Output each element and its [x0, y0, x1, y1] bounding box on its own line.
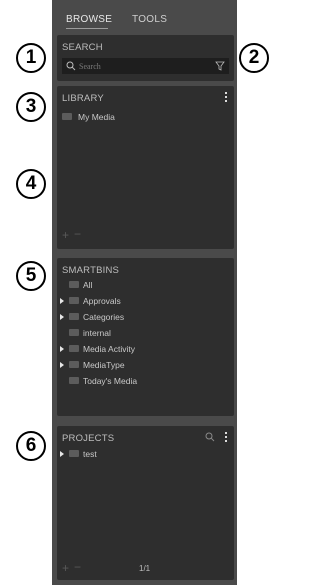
tab-bar: BROWSE TOOLS	[52, 0, 237, 34]
folder-icon	[69, 329, 79, 336]
expand-caret-icon[interactable]	[60, 362, 64, 368]
add-icon[interactable]: +	[62, 561, 69, 575]
callout-6: 6	[16, 431, 46, 461]
callout-2: 2	[239, 43, 269, 73]
library-section: LIBRARY My Media + −	[57, 86, 234, 249]
folder-icon	[69, 313, 79, 320]
filter-icon[interactable]	[215, 61, 225, 71]
library-menu-icon[interactable]	[223, 92, 229, 104]
expand-caret-icon[interactable]	[60, 451, 64, 457]
project-label: test	[83, 449, 97, 459]
smartbin-label: Categories	[83, 312, 125, 322]
projects-menu-icon[interactable]	[223, 432, 229, 444]
tab-browse[interactable]: BROWSE	[66, 14, 112, 25]
folder-icon	[69, 281, 79, 288]
callout-5: 5	[16, 261, 46, 291]
smartbin-label: All	[83, 280, 93, 290]
smartbin-label: Media Activity	[83, 344, 135, 354]
folder-icon	[69, 361, 79, 368]
folder-icon	[69, 450, 79, 457]
projects-section-title: PROJECTS	[62, 433, 115, 444]
search-field[interactable]	[62, 58, 229, 74]
search-section-title: SEARCH	[62, 42, 103, 53]
browse-panel: BROWSE TOOLS SEARCH LIBRARY My Media + −	[52, 0, 237, 585]
add-icon[interactable]: +	[62, 228, 69, 242]
library-section-title: LIBRARY	[62, 93, 104, 104]
expand-caret-icon[interactable]	[60, 314, 64, 320]
search-icon[interactable]	[205, 432, 215, 442]
folder-icon	[62, 113, 72, 120]
remove-icon[interactable]: −	[74, 560, 81, 574]
library-item-label: My Media	[78, 112, 115, 122]
callout-4: 4	[16, 169, 46, 199]
smartbin-label: MediaType	[83, 360, 125, 370]
smartbin-label: Approvals	[83, 296, 121, 306]
folder-icon	[69, 345, 79, 352]
pagination-label: 1/1	[139, 564, 151, 573]
search-section: SEARCH	[57, 35, 234, 81]
folder-icon	[69, 377, 79, 384]
smartbins-section-title: SMARTBINS	[62, 265, 120, 276]
smartbin-label: internal	[83, 328, 111, 338]
remove-icon[interactable]: −	[74, 227, 81, 241]
callout-3: 3	[16, 92, 46, 122]
projects-section: PROJECTS test + − 1/1	[57, 426, 234, 580]
folder-icon	[69, 297, 79, 304]
expand-caret-icon[interactable]	[60, 346, 64, 352]
smartbins-section: SMARTBINS All Approvals Categories inter…	[57, 258, 234, 416]
search-input[interactable]	[79, 58, 199, 74]
active-tab-indicator	[66, 28, 108, 29]
search-icon	[66, 61, 76, 71]
smartbin-label: Today's Media	[83, 376, 138, 386]
expand-caret-icon[interactable]	[60, 298, 64, 304]
callout-1: 1	[16, 43, 46, 73]
tab-tools[interactable]: TOOLS	[132, 14, 167, 25]
